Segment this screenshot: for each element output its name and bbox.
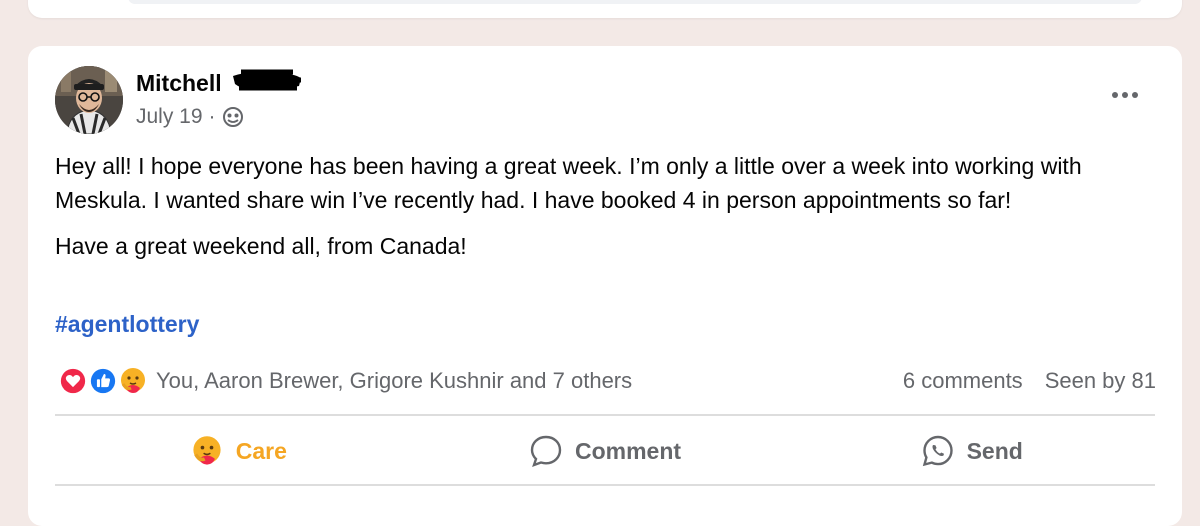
care-icon bbox=[121, 368, 145, 393]
reaction-icons[interactable] bbox=[58, 365, 152, 397]
care-button[interactable]: Care bbox=[55, 434, 422, 468]
redacted-scribble bbox=[233, 69, 301, 91]
divider bbox=[55, 414, 1155, 416]
post-paragraph: Have a great weekend all, from Canada! bbox=[55, 233, 467, 259]
post-date[interactable]: July 19 bbox=[136, 105, 203, 129]
dot bbox=[1112, 92, 1118, 98]
previous-comment-bar[interactable] bbox=[128, 0, 1142, 4]
more-options-button[interactable] bbox=[1110, 90, 1140, 100]
send-button[interactable]: Send bbox=[788, 434, 1155, 468]
care-icon bbox=[193, 436, 221, 465]
seen-by-count[interactable]: Seen by 81 bbox=[1045, 368, 1156, 394]
whatsapp-icon bbox=[922, 435, 953, 467]
love-icon bbox=[58, 366, 88, 396]
comment-label: Comment bbox=[574, 437, 682, 464]
post-counts: 6 comments Seen by 81 bbox=[903, 368, 1156, 394]
send-label: Send bbox=[966, 437, 1023, 464]
comments-count[interactable]: 6 comments bbox=[903, 368, 1023, 394]
post-paragraph: Hey all! I hope everyone has been having… bbox=[55, 153, 1082, 213]
reactors-text[interactable]: You, Aaron Brewer, Grigore Kushnir and 7… bbox=[156, 368, 632, 394]
divider bbox=[55, 484, 1155, 486]
post-body: Hey all! I hope everyone has been having… bbox=[55, 149, 1115, 275]
comment-icon bbox=[530, 435, 562, 467]
action-bar: Care Comment Send bbox=[55, 418, 1155, 484]
post-card: Mitchell July 19 · Hey all! I hope every… bbox=[28, 46, 1182, 526]
reactions-row: You, Aaron Brewer, Grigore Kushnir and 7… bbox=[58, 364, 1156, 398]
dot bbox=[1122, 92, 1128, 98]
previous-post-card bbox=[28, 0, 1182, 18]
comment-button[interactable]: Comment bbox=[422, 434, 789, 468]
author-name[interactable]: Mitchell bbox=[136, 70, 222, 97]
hashtag-link[interactable]: #agentlottery bbox=[55, 311, 199, 338]
like-icon bbox=[88, 366, 118, 396]
care-label: Care bbox=[235, 437, 287, 464]
dot bbox=[1132, 92, 1138, 98]
avatar-image bbox=[55, 66, 123, 134]
avatar[interactable] bbox=[55, 66, 123, 134]
globe-icon bbox=[222, 107, 243, 127]
meta-separator: · bbox=[208, 105, 216, 128]
post-meta: July 19 · bbox=[136, 105, 244, 129]
